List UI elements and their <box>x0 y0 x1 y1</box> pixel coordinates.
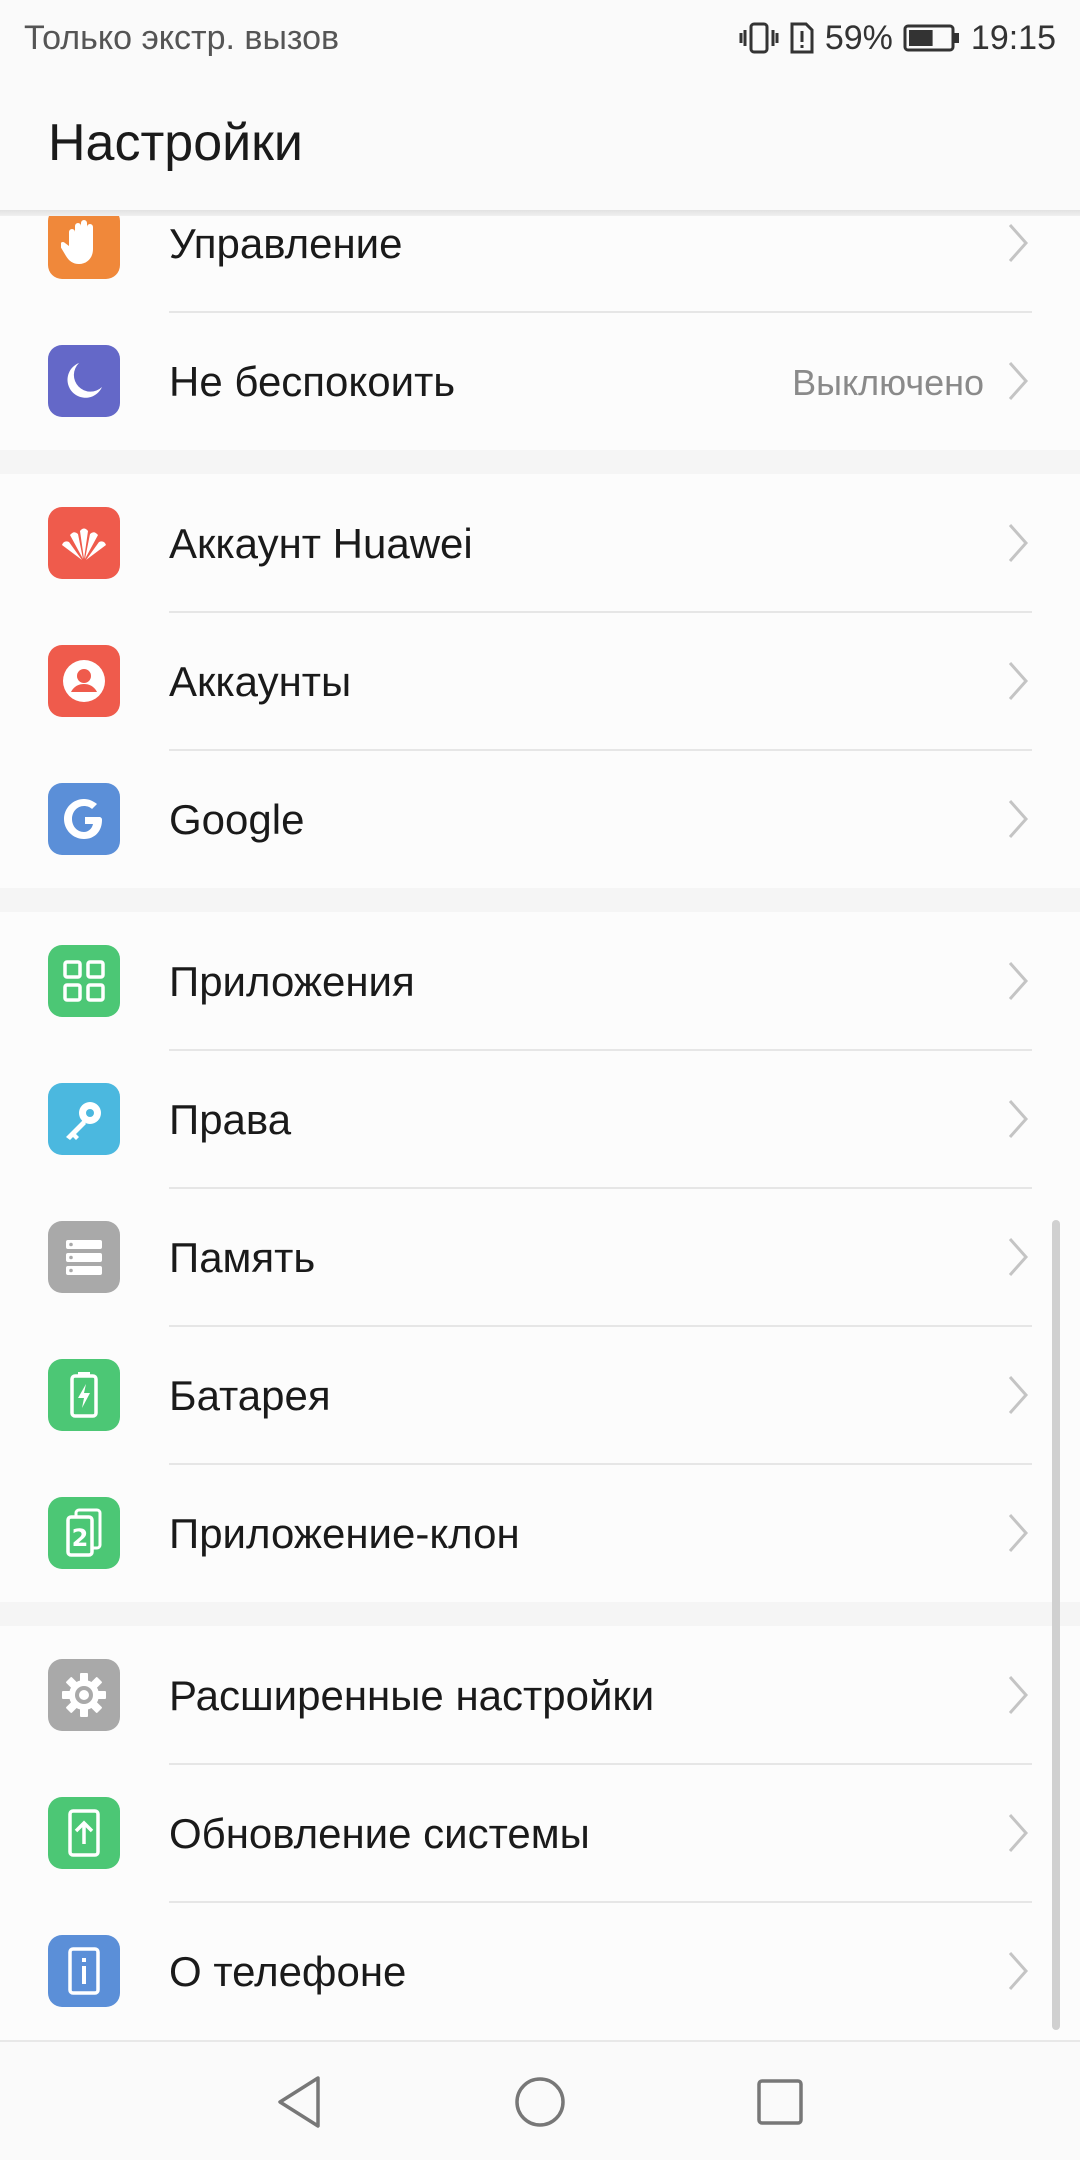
battery-icon <box>903 23 961 53</box>
chevron-right-icon <box>1008 1376 1029 1414</box>
person-icon <box>48 645 120 717</box>
carrier-status-text: Только экстр. вызов <box>24 18 340 57</box>
scrollbar[interactable] <box>1052 1220 1060 2030</box>
settings-item-label: О телефоне <box>169 1948 407 1995</box>
settings-item-label: Приложения <box>169 958 415 1005</box>
info-icon <box>48 1935 120 2007</box>
settings-item-permissions[interactable]: Права <box>0 1050 1080 1188</box>
chevron-right-icon <box>1008 1814 1029 1852</box>
settings-item-battery[interactable]: Батарея <box>0 1326 1080 1464</box>
settings-item-label: Google <box>169 796 305 843</box>
chevron-right-icon <box>1008 800 1029 838</box>
settings-item-label: Права <box>169 1096 292 1143</box>
key-icon <box>48 1083 120 1155</box>
page-title: Настройки <box>48 114 303 172</box>
google-icon <box>48 783 120 855</box>
hand-icon <box>48 216 120 279</box>
settings-item-huawei-account[interactable]: Аккаунт Huawei <box>0 474 1080 612</box>
settings-item-system-update[interactable]: Обновление системы <box>0 1764 1080 1902</box>
settings-item-label: Аккаунт Huawei <box>169 520 473 567</box>
chevron-right-icon <box>1008 224 1029 262</box>
settings-group-controls: Управление Не беспокоить Выключено <box>0 216 1080 450</box>
home-icon[interactable] <box>504 2066 576 2138</box>
settings-item-management[interactable]: Управление <box>0 216 1080 312</box>
battery-fill <box>908 30 933 46</box>
chevron-right-icon <box>1008 1514 1029 1552</box>
back-icon[interactable] <box>264 2066 336 2138</box>
chevron-right-icon <box>1008 662 1029 700</box>
settings-group-accounts: Аккаунт Huawei Аккаунты Google <box>0 474 1080 888</box>
navigation-bar <box>0 2040 1080 2160</box>
settings-item-label: Приложение-клон <box>169 1510 520 1557</box>
settings-item-google[interactable]: Google <box>0 750 1080 888</box>
settings-item-label: Не беспокоить <box>169 358 456 405</box>
settings-item-storage[interactable]: Память <box>0 1188 1080 1326</box>
battery-charging-icon <box>48 1359 120 1431</box>
chevron-right-icon <box>1008 1952 1029 1990</box>
chevron-right-icon <box>1008 1238 1029 1276</box>
chevron-right-icon <box>1008 962 1029 1000</box>
storage-icon <box>48 1221 120 1293</box>
settings-item-label: Расширенные настройки <box>169 1672 655 1719</box>
svg-text:2: 2 <box>72 1524 89 1552</box>
chevron-right-icon <box>1008 1676 1029 1714</box>
settings-list[interactable]: Управление Не беспокоить Выключено Аккау… <box>0 216 1080 2040</box>
chevron-right-icon <box>1008 362 1029 400</box>
battery-percent: 59% <box>824 18 893 57</box>
settings-item-label: Батарея <box>169 1372 331 1419</box>
settings-item-label: Управление <box>169 220 403 267</box>
settings-item-do-not-disturb[interactable]: Не беспокоить Выключено <box>0 312 1080 450</box>
status-icons: 59% 19:15 <box>739 19 1056 58</box>
apps-grid-icon <box>48 945 120 1017</box>
recents-icon[interactable] <box>744 2066 816 2138</box>
settings-item-value: Выключено <box>792 362 984 403</box>
settings-group-device: Приложения Права Память Батарея 2 Прилож… <box>0 912 1080 1602</box>
chevron-right-icon <box>1008 524 1029 562</box>
status-bar: Только экстр. вызов 59% 19:15 <box>0 0 1080 76</box>
sim-alert-icon <box>789 21 815 55</box>
settings-item-label: Обновление системы <box>169 1810 590 1857</box>
gear-icon <box>48 1659 120 1731</box>
settings-group-system: Расширенные настройки Обновление системы… <box>0 1626 1080 2040</box>
settings-item-label: Память <box>169 1234 316 1281</box>
settings-item-apps[interactable]: Приложения <box>0 912 1080 1050</box>
settings-item-advanced[interactable]: Расширенные настройки <box>0 1626 1080 1764</box>
moon-icon <box>48 345 120 417</box>
huawei-logo-icon <box>48 507 120 579</box>
app-twin-icon: 2 <box>48 1497 120 1569</box>
page-header: Настройки <box>0 76 1080 210</box>
settings-item-accounts[interactable]: Аккаунты <box>0 612 1080 750</box>
system-update-icon <box>48 1797 120 1869</box>
settings-item-app-twin[interactable]: 2 Приложение-клон <box>0 1464 1080 1602</box>
settings-item-about-phone[interactable]: О телефоне <box>0 1902 1080 2040</box>
chevron-right-icon <box>1008 1100 1029 1138</box>
vibrate-icon <box>739 21 779 55</box>
settings-item-label: Аккаунты <box>169 658 352 705</box>
status-time: 19:15 <box>970 18 1056 57</box>
